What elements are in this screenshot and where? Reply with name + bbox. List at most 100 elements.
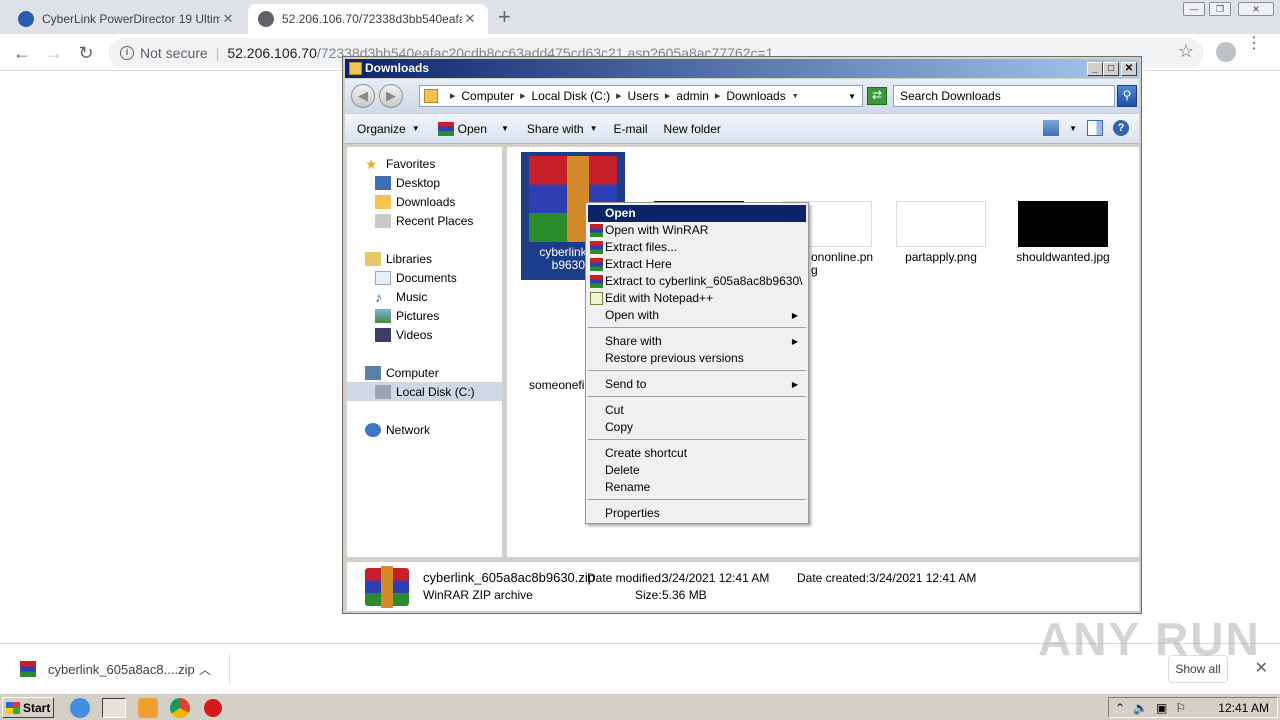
breadcrumb-arrow-icon[interactable]: ▼ bbox=[792, 93, 799, 100]
nav-downloads[interactable]: Downloads bbox=[375, 192, 455, 211]
breadcrumb-arrow-icon[interactable]: ▶ bbox=[665, 92, 670, 100]
media-player-icon[interactable] bbox=[138, 698, 158, 718]
file-item-partapply[interactable]: partapply.png bbox=[889, 201, 993, 264]
menu-item-extract-files[interactable]: Extract files... bbox=[588, 239, 806, 256]
breadcrumb-arrow-icon[interactable]: ▶ bbox=[715, 92, 720, 100]
menu-item-share-with[interactable]: Share with ▶ bbox=[588, 333, 806, 350]
nav-music[interactable]: ♪ Music bbox=[375, 287, 427, 306]
menu-item-extract-to[interactable]: Extract to cyberlink_605a8ac8b9630\ bbox=[588, 273, 806, 290]
menu-kebab-icon[interactable]: ⋮ bbox=[1246, 36, 1262, 52]
nav-libraries[interactable]: Libraries bbox=[365, 249, 432, 268]
chrome-icon[interactable] bbox=[170, 698, 190, 718]
menu-item-cut[interactable]: Cut bbox=[588, 402, 806, 419]
explorer-taskbar-icon[interactable] bbox=[102, 698, 126, 718]
download-item[interactable]: cyberlink_605a8ac8....zip ︿ bbox=[10, 654, 230, 684]
file-label-line: ononline.pn bbox=[811, 250, 874, 264]
nav-videos[interactable]: Videos bbox=[375, 325, 432, 344]
menu-item-extract-here[interactable]: Extract Here bbox=[588, 256, 806, 273]
info-icon[interactable]: i bbox=[120, 46, 134, 60]
email-button[interactable]: E-mail bbox=[614, 122, 648, 136]
tab-active-page[interactable]: 52.206.106.70/72338d3bb540eafac ✕ bbox=[248, 4, 488, 34]
close-window-button[interactable]: ✕ bbox=[1238, 2, 1274, 16]
computer-icon bbox=[365, 365, 381, 380]
nav-desktop[interactable]: Desktop bbox=[375, 173, 440, 192]
menu-item-send-to[interactable]: Send to ▶ bbox=[588, 376, 806, 393]
file-item-shouldwanted[interactable]: shouldwanted.jpg bbox=[1011, 201, 1115, 264]
search-input[interactable]: Search Downloads bbox=[893, 85, 1115, 107]
winrar-icon bbox=[20, 661, 36, 677]
nav-pictures[interactable]: Pictures bbox=[375, 306, 439, 325]
start-button[interactable]: Start bbox=[2, 697, 54, 718]
minimize-window-button[interactable]: — bbox=[1183, 2, 1205, 16]
breadcrumb-item[interactable]: Computer bbox=[461, 89, 514, 103]
menu-item-copy[interactable]: Copy bbox=[588, 419, 806, 436]
nav-network[interactable]: Network bbox=[365, 420, 430, 439]
restore-window-button[interactable]: ❐ bbox=[1209, 2, 1231, 16]
open-button[interactable]: Open ▼ bbox=[437, 121, 509, 136]
view-dropdown-icon[interactable]: ▼ bbox=[1069, 124, 1077, 133]
breadcrumb-arrow-icon[interactable]: ▶ bbox=[616, 92, 621, 100]
menu-item-label: Properties bbox=[605, 506, 660, 520]
menu-item-edit-notepad[interactable]: Edit with Notepad++ bbox=[588, 290, 806, 307]
breadcrumb-item[interactable]: Downloads bbox=[726, 89, 785, 103]
menu-item-open-with-winrar[interactable]: Open with WinRAR bbox=[588, 222, 806, 239]
refresh-icon[interactable]: ⇄ bbox=[867, 87, 887, 105]
bookmark-star-icon[interactable]: ☆ bbox=[1178, 41, 1194, 62]
organize-button[interactable]: Organize ▼ bbox=[357, 122, 420, 136]
menu-item-open[interactable]: Open bbox=[588, 205, 806, 222]
change-view-icon[interactable] bbox=[1043, 120, 1060, 136]
explorer-titlebar[interactable]: Downloads _ □ ✕ bbox=[345, 59, 1139, 78]
forward-arrow-icon[interactable]: → bbox=[42, 41, 66, 65]
explorer-close-button[interactable]: ✕ bbox=[1121, 62, 1137, 76]
breadcrumb-item[interactable]: admin bbox=[676, 89, 709, 103]
cyberlink-favicon-icon bbox=[18, 11, 34, 27]
explorer-forward-icon[interactable]: ▶ bbox=[379, 84, 403, 108]
nav-local-disk[interactable]: Local Disk (C:) bbox=[347, 382, 502, 401]
taskbar-clock[interactable]: 12:41 AM bbox=[1218, 701, 1269, 715]
network-status-icon[interactable]: ▣ bbox=[1156, 701, 1167, 715]
nav-label: Network bbox=[386, 422, 431, 437]
nav-computer[interactable]: Computer bbox=[365, 363, 439, 382]
breadcrumb-arrow-icon[interactable]: ▶ bbox=[520, 92, 525, 100]
breadcrumb-item[interactable]: Users bbox=[628, 89, 659, 103]
action-center-flag-icon[interactable]: ⚐ bbox=[1175, 701, 1186, 715]
explorer-minimize-button[interactable]: _ bbox=[1087, 62, 1103, 76]
breadcrumb-arrow-icon[interactable]: ▶ bbox=[450, 92, 455, 100]
new-tab-button[interactable]: + bbox=[498, 6, 511, 28]
new-folder-button[interactable]: New folder bbox=[664, 122, 721, 136]
profile-avatar-icon[interactable] bbox=[1216, 42, 1236, 62]
taskbar: Start ⌃ 🔈 ▣ ⚐ 12:41 AM bbox=[0, 693, 1280, 720]
menu-item-restore-versions[interactable]: Restore previous versions bbox=[588, 350, 806, 367]
menu-item-properties[interactable]: Properties bbox=[588, 505, 806, 522]
preview-pane-icon[interactable] bbox=[1087, 120, 1103, 136]
menu-item-rename[interactable]: Rename bbox=[588, 479, 806, 496]
nav-recent-places[interactable]: Recent Places bbox=[375, 211, 473, 230]
volume-icon[interactable]: 🔈 bbox=[1133, 701, 1148, 715]
menu-item-delete[interactable]: Delete bbox=[588, 462, 806, 479]
back-arrow-icon[interactable]: ← bbox=[10, 41, 34, 65]
explorer-maximize-button[interactable]: □ bbox=[1103, 62, 1119, 76]
internet-explorer-icon[interactable] bbox=[70, 698, 90, 718]
explorer-back-icon[interactable]: ◀ bbox=[351, 84, 375, 108]
tab-cyberlink[interactable]: CyberLink PowerDirector 19 Ultimate ✕ bbox=[8, 4, 246, 34]
nav-favorites[interactable]: ★ Favorites bbox=[365, 154, 435, 173]
chevron-up-icon[interactable]: ︿ bbox=[199, 661, 211, 678]
close-tab-icon[interactable]: ✕ bbox=[220, 11, 236, 27]
image-thumbnail bbox=[1018, 201, 1108, 247]
help-icon[interactable]: ? bbox=[1113, 120, 1129, 136]
download-filename: cyberlink_605a8ac8....zip bbox=[48, 661, 195, 677]
history-dropdown-icon[interactable]: ▼ bbox=[848, 92, 856, 101]
menu-item-open-with[interactable]: Open with ▶ bbox=[588, 307, 806, 324]
nav-documents[interactable]: Documents bbox=[375, 268, 457, 287]
breadcrumb[interactable]: ▶ Computer ▶ Local Disk (C:) ▶ Users ▶ a… bbox=[419, 85, 863, 107]
command-bar: Organize ▼ Open ▼ Share with ▼ E-mail New f… bbox=[345, 114, 1139, 144]
search-icon[interactable]: ⚲ bbox=[1117, 85, 1137, 107]
tray-expand-icon[interactable]: ⌃ bbox=[1115, 701, 1125, 715]
file-label: partapply.png bbox=[905, 250, 977, 264]
stop-sign-icon[interactable] bbox=[204, 699, 222, 717]
breadcrumb-item[interactable]: Local Disk (C:) bbox=[531, 89, 610, 103]
close-tab-icon[interactable]: ✕ bbox=[462, 11, 478, 27]
share-with-button[interactable]: Share with ▼ bbox=[527, 122, 598, 136]
menu-item-create-shortcut[interactable]: Create shortcut bbox=[588, 445, 806, 462]
reload-icon[interactable]: ↻ bbox=[74, 41, 98, 65]
